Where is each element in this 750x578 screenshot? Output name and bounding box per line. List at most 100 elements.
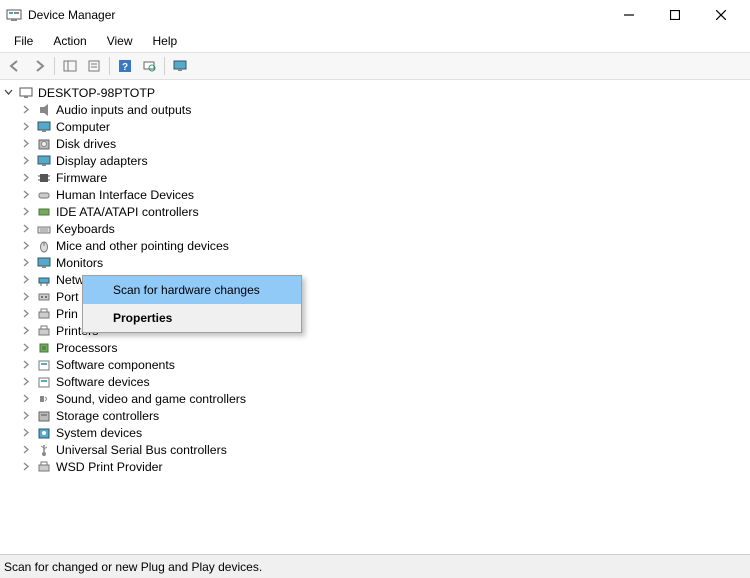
menu-help[interactable]: Help xyxy=(143,32,188,50)
tree-item-label: Processors xyxy=(56,341,118,355)
tree-item[interactable]: IDE ATA/ATAPI controllers xyxy=(0,203,750,220)
chevron-right-icon[interactable] xyxy=(20,206,32,218)
menu-file[interactable]: File xyxy=(4,32,43,50)
menu-action[interactable]: Action xyxy=(43,32,96,50)
chevron-right-icon[interactable] xyxy=(20,257,32,269)
system-icon xyxy=(36,425,52,441)
chevron-right-icon[interactable] xyxy=(20,393,32,405)
printer-icon xyxy=(36,306,52,322)
keyboard-icon xyxy=(36,221,52,237)
tree-item-label: Disk drives xyxy=(56,137,116,151)
ctx-item-label: Scan for hardware changes xyxy=(113,283,260,297)
chevron-right-icon[interactable] xyxy=(20,376,32,388)
chevron-right-icon[interactable] xyxy=(20,427,32,439)
tree-item[interactable]: Software components xyxy=(0,356,750,373)
tree-item-label: Software devices xyxy=(56,375,150,389)
computer-icon xyxy=(18,85,34,101)
tree-item-label: Firmware xyxy=(56,171,107,185)
chevron-right-icon[interactable] xyxy=(20,138,32,150)
tree-item[interactable]: Sound, video and game controllers xyxy=(0,390,750,407)
tree-item[interactable]: Display adapters xyxy=(0,152,750,169)
chevron-right-icon[interactable] xyxy=(20,104,32,116)
tree-item[interactable]: Computer xyxy=(0,118,750,135)
toolbar-separator xyxy=(54,57,55,75)
tree-item-label: Monitors xyxy=(56,256,103,270)
tree-item[interactable]: Keyboards xyxy=(0,220,750,237)
chevron-right-icon[interactable] xyxy=(20,274,32,286)
tree-item[interactable]: Processors xyxy=(0,339,750,356)
tree-item[interactable]: Mice and other pointing devices xyxy=(0,237,750,254)
ctx-properties[interactable]: Properties xyxy=(83,304,301,332)
chevron-right-icon[interactable] xyxy=(20,410,32,422)
tree-item-label: WSD Print Provider xyxy=(56,460,163,474)
tree-item-label: Prin xyxy=(56,307,78,321)
help-button[interactable]: ? xyxy=(114,55,136,77)
show-hide-tree-button[interactable] xyxy=(59,55,81,77)
chevron-right-icon[interactable] xyxy=(20,359,32,371)
hid-icon xyxy=(36,187,52,203)
ctx-item-label: Properties xyxy=(113,311,172,325)
statusbar: Scan for changed or new Plug and Play de… xyxy=(0,554,750,578)
software-icon xyxy=(36,374,52,390)
forward-button[interactable] xyxy=(28,55,50,77)
window-title: Device Manager xyxy=(28,8,115,22)
mouse-icon xyxy=(36,238,52,254)
port-icon xyxy=(36,289,52,305)
close-button[interactable] xyxy=(698,0,744,30)
chevron-right-icon[interactable] xyxy=(20,461,32,473)
printer-icon xyxy=(36,323,52,339)
chevron-right-icon[interactable] xyxy=(20,444,32,456)
chevron-right-icon[interactable] xyxy=(20,223,32,235)
tree-item[interactable]: Audio inputs and outputs xyxy=(0,101,750,118)
tree-item-label: Software components xyxy=(56,358,175,372)
tree-item-label: Universal Serial Bus controllers xyxy=(56,443,227,457)
chevron-down-icon[interactable] xyxy=(2,87,14,99)
scan-hardware-button[interactable] xyxy=(138,55,160,77)
toolbar-separator xyxy=(164,57,165,75)
monitor-view-button[interactable] xyxy=(169,55,191,77)
ctx-scan-hardware[interactable]: Scan for hardware changes xyxy=(83,276,301,304)
properties-button[interactable] xyxy=(83,55,105,77)
tree-item-label: Human Interface Devices xyxy=(56,188,194,202)
chevron-right-icon[interactable] xyxy=(20,240,32,252)
chevron-right-icon[interactable] xyxy=(20,189,32,201)
tree-item[interactable]: Universal Serial Bus controllers xyxy=(0,441,750,458)
usb-icon xyxy=(36,442,52,458)
tree-item-label: Storage controllers xyxy=(56,409,159,423)
menu-view[interactable]: View xyxy=(97,32,143,50)
tree-item[interactable]: Human Interface Devices xyxy=(0,186,750,203)
back-button[interactable] xyxy=(4,55,26,77)
tree-item-label: Display adapters xyxy=(56,154,148,168)
tree-item[interactable]: WSD Print Provider xyxy=(0,458,750,475)
minimize-button[interactable] xyxy=(606,0,652,30)
titlebar: Device Manager xyxy=(0,0,750,30)
tree-item-label: Mice and other pointing devices xyxy=(56,239,229,253)
tree-root[interactable]: DESKTOP-98PTOTP xyxy=(0,84,750,101)
svg-text:?: ? xyxy=(122,62,128,73)
chevron-right-icon[interactable] xyxy=(20,325,32,337)
tree-item[interactable]: Disk drives xyxy=(0,135,750,152)
tree-item[interactable]: Storage controllers xyxy=(0,407,750,424)
menubar: File Action View Help xyxy=(0,30,750,52)
ide-icon xyxy=(36,204,52,220)
chevron-right-icon[interactable] xyxy=(20,342,32,354)
tree-item[interactable]: Software devices xyxy=(0,373,750,390)
tree-item-label: System devices xyxy=(56,426,142,440)
software-icon xyxy=(36,357,52,373)
chevron-right-icon[interactable] xyxy=(20,121,32,133)
tree-item[interactable]: Monitors xyxy=(0,254,750,271)
tree-item-label: Audio inputs and outputs xyxy=(56,103,191,117)
tree-item[interactable]: System devices xyxy=(0,424,750,441)
chevron-right-icon[interactable] xyxy=(20,172,32,184)
chevron-right-icon[interactable] xyxy=(20,291,32,303)
monitor-icon xyxy=(36,119,52,135)
printer-icon xyxy=(36,459,52,475)
chevron-right-icon[interactable] xyxy=(20,155,32,167)
tree-item[interactable]: Firmware xyxy=(0,169,750,186)
tree-item-label: Netw xyxy=(56,273,84,287)
chevron-right-icon[interactable] xyxy=(20,308,32,320)
maximize-button[interactable] xyxy=(652,0,698,30)
sound-icon xyxy=(36,391,52,407)
storage-icon xyxy=(36,408,52,424)
network-icon xyxy=(36,272,52,288)
